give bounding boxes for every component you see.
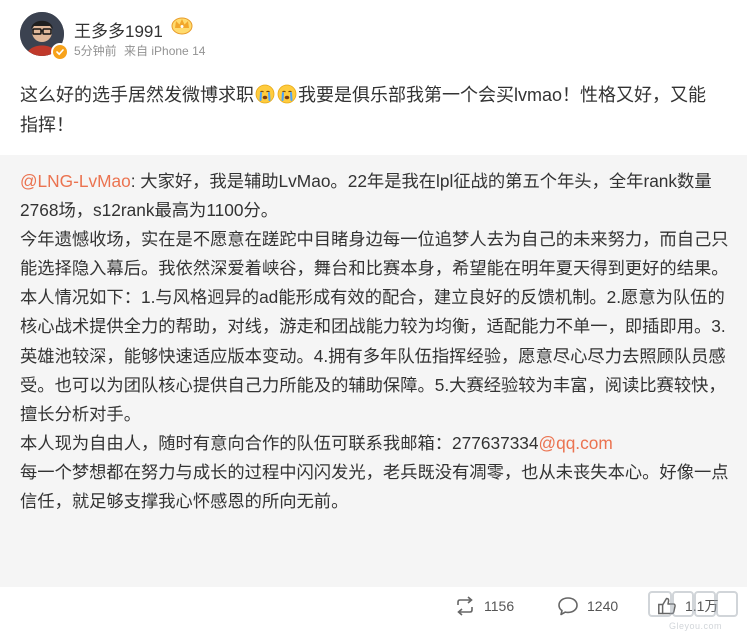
post-header: 王多多1991 5分钟前 来自 iPhone 14 bbox=[20, 12, 720, 62]
watermark-text: Gleyou.com bbox=[669, 621, 723, 631]
post-source: 来自 iPhone 14 bbox=[124, 44, 206, 58]
repost-paragraph: 今年遗憾收场，实在是不愿意在蹉跎中目睹身边每一位追梦人去为自己的未来努力，而自己… bbox=[20, 229, 729, 279]
crying-face-icon bbox=[255, 84, 275, 104]
site-watermark: Gleyou.com bbox=[647, 590, 739, 634]
repost-body: @LNG-LvMao: 大家好，我是辅助LvMao。22年是我在lpl征战的第五… bbox=[20, 167, 732, 516]
reposted-content[interactable]: @LNG-LvMao: 大家好，我是辅助LvMao。22年是我在lpl征战的第五… bbox=[0, 155, 747, 587]
repost-count: 1156 bbox=[484, 598, 515, 614]
username-link[interactable]: 王多多1991 bbox=[74, 17, 163, 42]
crying-face-icon bbox=[277, 84, 297, 104]
comment-icon bbox=[558, 597, 578, 616]
repost-paragraph: 本人情况如下：1.与风格迥异的ad能形成有效的配合，建立良好的反馈机制。2.愿意… bbox=[20, 287, 726, 424]
contact-text: 本人现为自由人，随时有意向合作的队伍可联系我邮箱：277637334 bbox=[20, 432, 539, 453]
post-meta: 5分钟前 来自 iPhone 14 bbox=[74, 42, 205, 59]
vip-crown-icon bbox=[171, 17, 193, 35]
repost-paragraph: 本人现为自由人，随时有意向合作的队伍可联系我邮箱：277637334@qq.co… bbox=[20, 429, 732, 458]
repost-icon bbox=[457, 596, 473, 616]
mention-link[interactable]: @LNG-LvMao bbox=[20, 171, 131, 191]
post-text: 这么好的选手居然发微博求职 我要是俱乐部我第一个会买lvmao！性格又好，又能指挥… bbox=[20, 80, 720, 140]
comment-button[interactable]: 1240 bbox=[557, 594, 618, 618]
post-text-part1: 这么好的选手居然发微博求职 bbox=[20, 85, 254, 105]
action-bar: 1156 1240 1.1万 bbox=[0, 590, 747, 638]
repost-paragraph: @LNG-LvMao: 大家好，我是辅助LvMao。22年是我在lpl征战的第五… bbox=[20, 167, 732, 225]
verified-badge-icon bbox=[51, 43, 69, 61]
email-link[interactable]: @qq.com bbox=[539, 433, 613, 453]
post-time[interactable]: 5分钟前 bbox=[74, 44, 117, 58]
repost-button[interactable]: 1156 bbox=[454, 594, 514, 618]
repost-paragraph: 每一个梦想都在努力与成长的过程中闪闪发光，老兵既没有凋零，也从未丧失本心。好像一… bbox=[20, 461, 729, 512]
watermark-logo-icon bbox=[648, 591, 738, 617]
comment-count: 1240 bbox=[587, 598, 619, 614]
